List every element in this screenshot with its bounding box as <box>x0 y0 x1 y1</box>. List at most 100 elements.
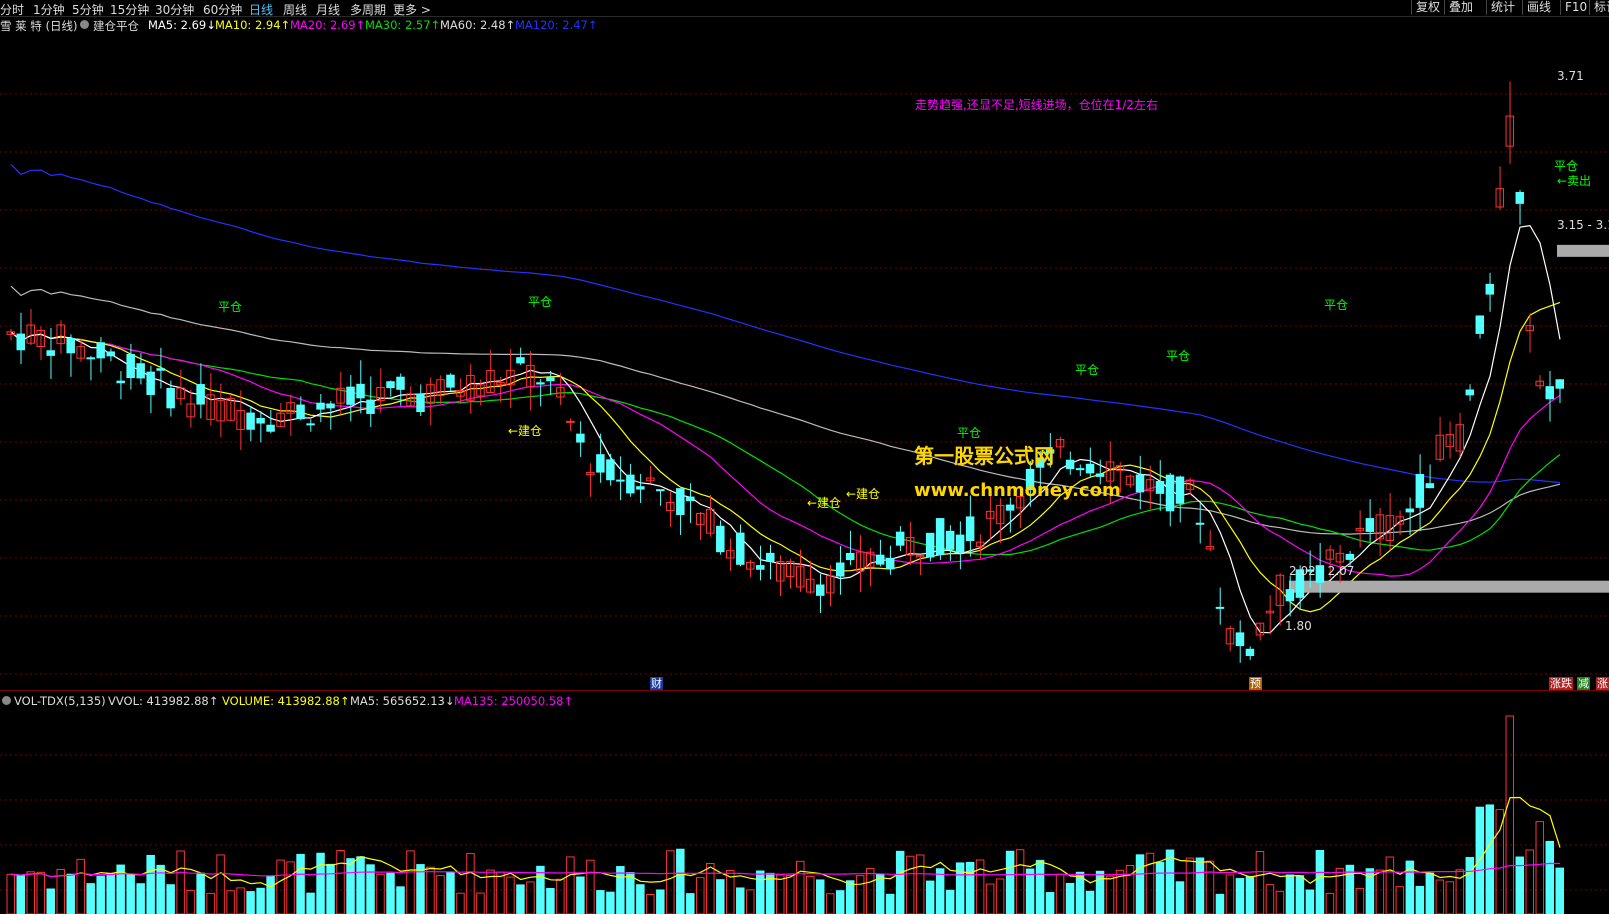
volume-bar <box>935 868 945 914</box>
biaoji-button[interactable]: 标记 <box>1589 0 1609 15</box>
volume-bar <box>136 883 145 914</box>
candle-body <box>965 516 975 542</box>
zone-lower-label: 2.02 - 2.07 <box>1289 564 1355 578</box>
volume-bar <box>875 873 885 914</box>
volume-bar <box>376 873 385 914</box>
volume-bar <box>975 859 985 914</box>
price-chart[interactable] <box>0 34 1609 688</box>
candle-body <box>396 376 405 390</box>
volume-bar <box>126 874 135 914</box>
yu-marker[interactable]: 预 <box>1249 677 1262 690</box>
volume-bar <box>146 854 155 914</box>
period-multi[interactable]: 多周期 <box>350 1 386 18</box>
volume-bar <box>296 853 305 914</box>
period-fenshi[interactable]: 分时 <box>0 1 24 18</box>
period-30min[interactable]: 30分钟 <box>155 1 194 18</box>
volume-bar <box>885 893 895 914</box>
candle-body <box>925 532 935 558</box>
jiancang-signal: ←建仓 <box>508 424 543 438</box>
volume-bar <box>656 889 665 914</box>
f10-button[interactable]: F10 <box>1560 0 1591 15</box>
candle-body <box>1005 504 1015 511</box>
volume-bar <box>686 893 695 914</box>
candle-body <box>116 380 125 384</box>
resistance-zone <box>1557 244 1609 257</box>
period-week[interactable]: 周线 <box>283 1 307 18</box>
volume-bar <box>166 884 175 914</box>
ma60-legend: MA60: 2.48↑ <box>440 18 516 32</box>
period-month[interactable]: 月线 <box>316 1 340 18</box>
volume-bar <box>905 855 915 914</box>
candle-body <box>126 353 135 379</box>
vol-indicator-name[interactable]: VOL-TDX(5,135) <box>14 694 106 708</box>
tongji-button[interactable]: 统计 <box>1486 0 1519 15</box>
ma120-line <box>10 163 1561 484</box>
huaxian-button[interactable]: 画线 <box>1522 0 1555 15</box>
candle-body <box>845 552 855 561</box>
candle-body <box>386 381 395 389</box>
jian-tag[interactable]: 减 <box>1577 677 1590 690</box>
candle-body <box>766 552 775 562</box>
candle-body <box>1475 315 1485 334</box>
volume-bar <box>1285 874 1295 914</box>
volume-bar <box>1085 890 1095 914</box>
volume-bar <box>1445 881 1455 914</box>
volume-bar <box>965 861 975 914</box>
candle-body <box>656 489 665 492</box>
period-1min[interactable]: 1分钟 <box>33 1 65 18</box>
candle-body <box>935 518 945 556</box>
ma10-legend: MA10: 2.94↑ <box>215 18 291 32</box>
volume-bar <box>356 856 365 914</box>
candle-body <box>546 377 555 382</box>
candle-body <box>156 368 165 371</box>
cai-marker[interactable]: 财 <box>650 677 663 690</box>
candle-body <box>626 474 635 494</box>
vol-ma5-legend: MA5: 565652.13↓ <box>350 694 455 708</box>
volume-chart[interactable] <box>0 710 1609 914</box>
candle-body <box>46 350 55 356</box>
pingcang-signal: 平仓 <box>1324 298 1349 312</box>
fuquan-button[interactable]: 复权 <box>1411 0 1444 15</box>
period-day[interactable]: 日线 <box>249 1 273 18</box>
period-5min[interactable]: 5分钟 <box>72 1 104 18</box>
volume-bar <box>226 890 235 914</box>
volume-bar <box>855 875 865 914</box>
volume-bar <box>1315 849 1325 914</box>
period-60min[interactable]: 60分钟 <box>203 1 242 18</box>
period-15min[interactable]: 15分钟 <box>110 1 149 18</box>
vol-toggle-icon[interactable] <box>2 696 11 705</box>
candle-body <box>316 402 325 410</box>
candle-body <box>166 387 175 409</box>
volume-bar <box>756 870 765 914</box>
candle-body <box>1485 283 1495 295</box>
formula-name[interactable]: 建仓平仓 <box>93 18 139 34</box>
candle-body <box>296 404 305 420</box>
volume-bar <box>96 875 105 914</box>
volume-bar <box>476 892 485 914</box>
volume-bar <box>256 887 265 914</box>
candle-body <box>86 357 95 360</box>
candle-body <box>686 496 695 502</box>
formula-toggle-icon[interactable] <box>80 20 89 29</box>
volume-bar <box>1495 809 1505 914</box>
volume-bar <box>676 848 685 914</box>
ma120-legend: MA120: 2.47↑ <box>515 18 598 32</box>
volume-legend-value: VOLUME: 413982.88↑ <box>222 694 350 708</box>
candle-body <box>1285 589 1295 602</box>
stock-name: 雪 莱 特 (日线) <box>0 19 78 33</box>
candle-body <box>1365 518 1375 532</box>
volume-bar <box>1305 889 1315 914</box>
volume-bar <box>436 875 445 914</box>
zhangdie-tag[interactable]: 涨跌 <box>1549 677 1573 690</box>
candle-body <box>416 393 425 413</box>
zhang-tag[interactable]: 涨 <box>1596 677 1609 690</box>
candle-body <box>1165 474 1175 512</box>
volume-bar <box>576 876 585 914</box>
volume-bar <box>1155 861 1165 914</box>
pingcang-signal: 平仓 <box>1554 159 1579 173</box>
candle-body <box>1095 473 1105 477</box>
volume-bar <box>776 874 785 914</box>
period-more[interactable]: 更多 > <box>393 1 431 18</box>
volume-bar <box>915 854 925 914</box>
diejia-button[interactable]: 叠加 <box>1444 0 1477 15</box>
